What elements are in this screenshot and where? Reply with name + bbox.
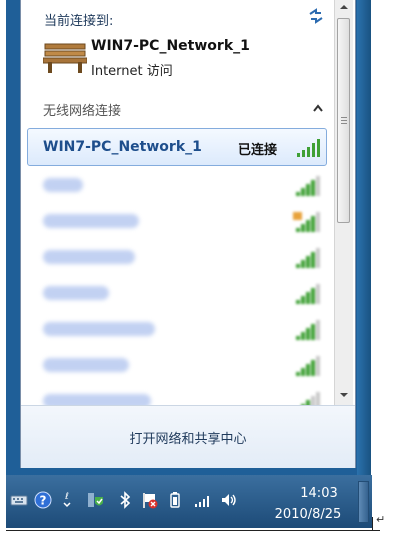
wireless-section-label: 无线网络连接 (43, 104, 122, 119)
network-item[interactable]: ChinaNet-2899 (27, 312, 327, 348)
paragraph-mark: ↵ (376, 513, 386, 526)
battery-icon[interactable] (166, 491, 184, 509)
chevron-up-icon[interactable] (313, 104, 323, 112)
refresh-icon[interactable] (306, 6, 326, 26)
network-item[interactable]: TP-LINK-2D208 (27, 348, 327, 384)
taskbar: ? ℓ 14:03 2010/8/25 (6, 475, 372, 528)
network-item-name: TP-LINK_11936 (43, 214, 139, 228)
signal-strength-icon (296, 356, 320, 376)
scroll-grip (341, 120, 347, 121)
current-network-name: WIN7-PC_Network_1 (91, 38, 250, 54)
window-frame-edge (357, 0, 371, 475)
scroll-down-arrow-icon[interactable] (338, 390, 350, 400)
security-shield-icon[interactable] (86, 491, 104, 509)
bottom-rule-end (372, 517, 373, 531)
wireless-signal-icon[interactable] (194, 491, 212, 509)
secured-signal-strength-icon (293, 212, 320, 232)
scroll-grip (341, 123, 347, 124)
network-item-name: WIFI2016 (43, 286, 109, 300)
network-item-name: TP-LINK-2D208 (43, 358, 129, 372)
scroll-grip (341, 117, 347, 118)
network-item[interactable]: I3A5 (27, 168, 327, 204)
network-item[interactable]: WIFI2016 (27, 276, 327, 312)
signal-strength-icon (297, 139, 320, 157)
scroll-up-arrow-icon[interactable] (338, 2, 350, 12)
show-hidden-icons-icon[interactable]: ℓ (58, 491, 76, 509)
svg-text:?: ? (40, 494, 47, 508)
selected-network-item[interactable]: WIN7-PC_Network_1 已连接 (27, 128, 327, 166)
network-item[interactable]: TP-LINK_11936 (27, 204, 327, 240)
help-icon[interactable]: ? (34, 491, 52, 509)
bench-icon (43, 43, 87, 73)
network-item-name: ChinaNet-2899 (43, 322, 155, 336)
flyout-footer: 打开网络和共享中心 (21, 405, 355, 468)
current-network-access: Internet 访问 (91, 64, 173, 79)
scroll-thumb[interactable] (337, 18, 350, 223)
svg-text:ℓ: ℓ (64, 492, 69, 502)
currently-connected-label: 当前连接到: (44, 14, 114, 29)
network-item[interactable]: vodfonsion01 (27, 240, 327, 276)
selected-network-name: WIN7-PC_Network_1 (43, 139, 202, 155)
network-item-name: vodfonsion01 (43, 250, 135, 264)
network-item-name: I3A5 (43, 178, 83, 192)
network-flyout: 当前连接到: WIN7-PC_Network_1 Internet 访问 无线网… (20, 0, 356, 468)
open-network-sharing-center-link[interactable]: 打开网络和共享中心 (21, 428, 355, 447)
signal-strength-icon (296, 284, 320, 304)
scrollbar[interactable] (334, 0, 353, 405)
volume-icon[interactable] (220, 491, 238, 509)
clock-date[interactable]: 2010/8/25 (268, 507, 348, 522)
bluetooth-icon[interactable] (116, 491, 134, 509)
signal-strength-icon (296, 248, 320, 268)
signal-strength-icon (296, 176, 320, 196)
signal-strength-icon (296, 320, 320, 340)
connected-status: 已连接 (238, 143, 278, 158)
bottom-rule (6, 530, 380, 531)
keyboard-icon[interactable] (10, 491, 28, 509)
clock-time[interactable]: 14:03 (289, 486, 349, 501)
action-center-flag-icon[interactable] (140, 491, 158, 509)
show-desktop-button[interactable] (358, 481, 369, 523)
